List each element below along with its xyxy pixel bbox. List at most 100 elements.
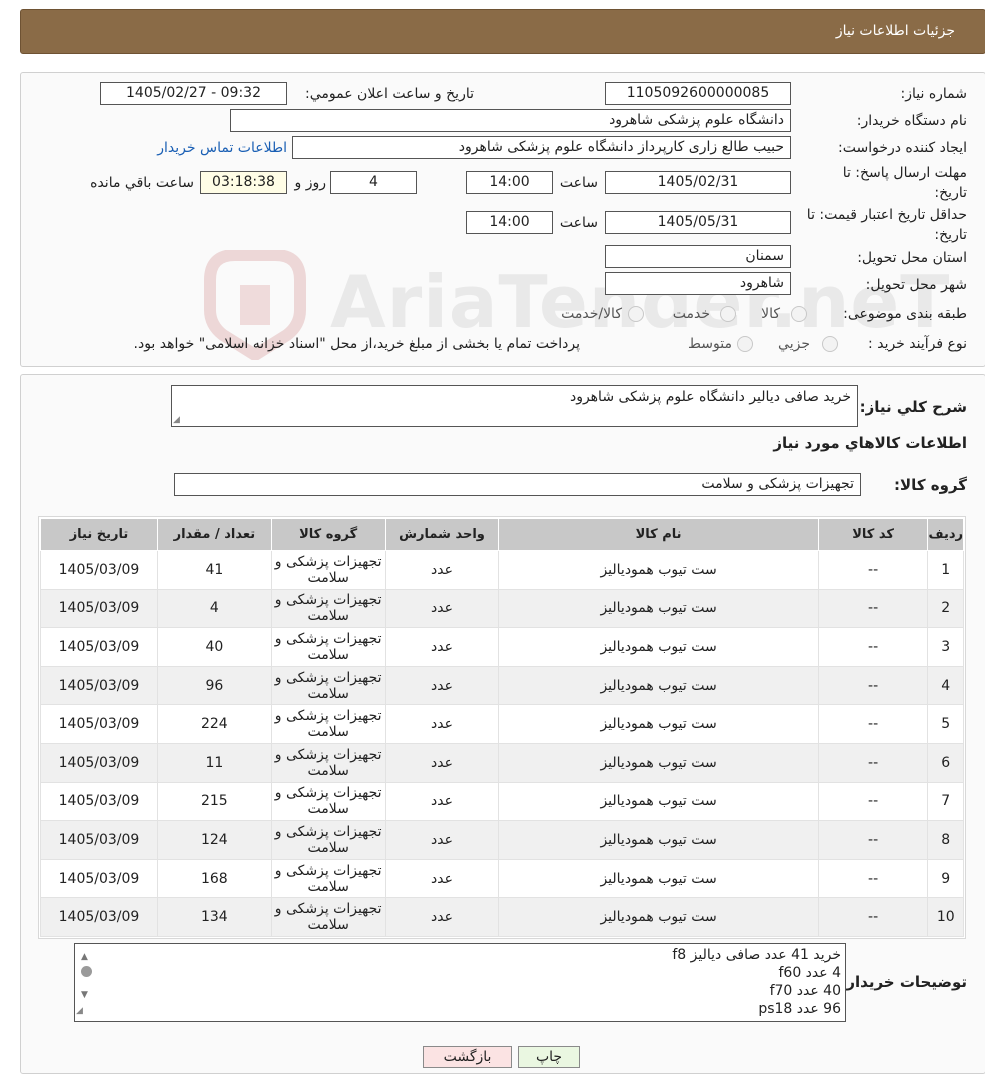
cell-code: --	[817, 742, 929, 783]
creator-field: حبیب طالع زاری کارپرداز دانشگاه علوم پزش…	[292, 136, 791, 159]
table-row: 3 -- ست تیوب همودیالیز عدد تجهيزات پزشکی و س…	[40, 627, 964, 667]
col-header-code: کد کالا	[817, 518, 929, 551]
cell-row-num: 6	[927, 742, 964, 783]
buyer-org-label: نام دستگاه خريدار:	[856, 113, 967, 129]
cell-code: --	[817, 704, 929, 744]
table-row: 9 -- ست تیوب همودیالیز عدد تجهيزات پزشکی و س…	[40, 858, 964, 899]
cell-date: 1405/03/09	[40, 742, 158, 783]
resize-grip-icon: ◢	[173, 415, 180, 425]
notes-line: 96 عدد ps18	[758, 1001, 841, 1017]
need-number-label: شماره نیاز:	[900, 86, 968, 102]
cell-date: 1405/03/09	[40, 550, 158, 590]
cell-unit: عدد	[384, 588, 500, 629]
cell-name: ست تیوب همودیالیز	[498, 588, 819, 629]
cell-date: 1405/03/09	[40, 820, 158, 860]
summary-field: خريد صافی دیالیر دانشگاه علوم پزشکی شاهر…	[171, 385, 858, 427]
cell-qty: 134	[156, 897, 272, 937]
cell-row-num: 8	[927, 820, 964, 860]
buyer-org-field: دانشگاه علوم پزشکی شاهرود	[230, 109, 791, 132]
col-header-unit: واحد شمارش	[384, 518, 500, 551]
back-button[interactable]: بازگشت	[423, 1046, 512, 1068]
deadline-time-field: 14:00	[466, 171, 553, 194]
print-button[interactable]: چاپ	[518, 1046, 580, 1068]
cell-date: 1405/03/09	[40, 665, 158, 706]
cell-group: تجهيزات پزشکی و سلامت	[270, 820, 386, 860]
cell-group: تجهيزات پزشکی و سلامت	[270, 665, 386, 706]
table-row: 7 -- ست تیوب همودیالیز عدد تجهيزات پزشکی و س…	[40, 781, 964, 822]
cell-qty: 40	[156, 627, 272, 667]
process-minor-radio[interactable]	[822, 336, 838, 352]
remaining-label: ساعت باقي مانده	[90, 175, 194, 191]
scroll-up-icon[interactable]: ▲	[81, 948, 88, 966]
cell-group: تجهيزات پزشکی و سلامت	[270, 627, 386, 667]
cell-qty: 96	[156, 665, 272, 706]
group-field: تجهيزات پزشکی و سلامت	[174, 473, 861, 496]
process-note: پرداخت تمام يا بخشی از مبلغ خريد،از محل …	[133, 336, 580, 352]
summary-label: شرح کلي نياز:	[859, 398, 967, 416]
category-goods-service-radio[interactable]	[628, 306, 644, 322]
cell-qty: 168	[156, 858, 272, 899]
province-label: استان محل تحويل:	[857, 250, 967, 266]
cell-row-num: 7	[927, 781, 964, 822]
category-goods-label: کالا	[761, 306, 780, 322]
cell-group: تجهيزات پزشکی و سلامت	[270, 781, 386, 822]
cell-row-num: 1	[927, 550, 964, 590]
category-goods-radio[interactable]	[791, 306, 807, 322]
cell-unit: عدد	[384, 742, 500, 783]
table-row: 1 -- ست تیوب همودیالیز عدد تجهيزات پزشکی و س…	[40, 550, 964, 590]
col-header-date: تاريخ نياز	[40, 518, 158, 551]
cell-unit: عدد	[384, 820, 500, 860]
announce-field: 1405/02/27 - 09:32	[100, 82, 287, 105]
items-section-title: اطلاعات کالاهاي مورد نياز	[773, 434, 967, 452]
table-row: 8 -- ست تیوب همودیالیز عدد تجهيزات پزشکی و س…	[40, 820, 964, 860]
table-row: 10 -- ست تیوب همودیالیز عدد تجهيزات پزشکی و …	[40, 897, 964, 937]
cell-unit: عدد	[384, 550, 500, 590]
resize-grip-icon: ◢	[76, 1006, 83, 1016]
process-label: نوع فرآيند خريد :	[868, 336, 967, 352]
category-service-radio[interactable]	[720, 306, 736, 322]
cell-row-num: 3	[927, 627, 964, 667]
page-title: جزئیات اطلاعات نیاز	[835, 23, 955, 39]
validity-label-line2: تاريخ:	[934, 227, 967, 243]
cell-code: --	[817, 781, 929, 822]
cell-unit: عدد	[384, 897, 500, 937]
cell-code: --	[817, 627, 929, 667]
announce-label: تاریخ و ساعت اعلان عمومي:	[305, 86, 474, 102]
col-header-name: نام کالا	[498, 518, 819, 551]
notes-field: خرید 41 عدد صافی دیالیز f8 4 عدد f60 40 …	[74, 943, 846, 1022]
category-label: طبقه بندی موضوعی:	[843, 306, 967, 322]
page-header: جزئیات اطلاعات نیاز	[20, 9, 985, 54]
col-header-qty: تعداد / مقدار	[156, 518, 272, 551]
cell-name: ست تیوب همودیالیز	[498, 704, 819, 744]
process-medium-radio[interactable]	[737, 336, 753, 352]
category-service-label: خدمت	[672, 306, 710, 322]
cell-name: ست تیوب همودیالیز	[498, 742, 819, 783]
cell-name: ست تیوب همودیالیز	[498, 897, 819, 937]
buyer-contact-link[interactable]: اطلاعات تماس خريدار	[157, 140, 287, 156]
cell-group: تجهيزات پزشکی و سلامت	[270, 742, 386, 783]
cell-name: ست تیوب همودیالیز	[498, 665, 819, 706]
cell-date: 1405/03/09	[40, 704, 158, 744]
deadline-time-label: ساعت	[559, 175, 598, 191]
cell-qty: 11	[156, 742, 272, 783]
cell-code: --	[817, 858, 929, 899]
cell-group: تجهيزات پزشکی و سلامت	[270, 588, 386, 629]
cell-name: ست تیوب همودیالیز	[498, 781, 819, 822]
table-row: 6 -- ست تیوب همودیالیز عدد تجهيزات پزشکی و س…	[40, 742, 964, 783]
category-goods-service-label: کالا/خدمت	[561, 306, 622, 322]
cell-row-num: 5	[927, 704, 964, 744]
cell-group: تجهيزات پزشکی و سلامت	[270, 897, 386, 937]
notes-line: 4 عدد f60	[778, 965, 841, 981]
deadline-date-field: 1405/02/31	[605, 171, 791, 194]
notes-label: توضيحات خريدار:	[840, 973, 967, 991]
cell-name: ست تیوب همودیالیز	[498, 627, 819, 667]
city-label: شهر محل تحويل:	[865, 277, 967, 293]
notes-line: خرید 41 عدد صافی دیالیز f8	[672, 947, 841, 963]
process-minor-label: جزيي	[778, 336, 810, 352]
scroll-thumb[interactable]	[81, 966, 92, 977]
need-number-field: 1105092600000085	[605, 82, 791, 105]
table-header-row: رديف کد کالا نام کالا واحد شمارش گروه کا…	[40, 518, 964, 551]
cell-name: ست تیوب همودیالیز	[498, 820, 819, 860]
deadline-label-line2: تاريخ:	[934, 185, 967, 201]
items-table-body: 1 -- ست تیوب همودیالیز عدد تجهيزات پزشکی و س…	[40, 550, 964, 937]
